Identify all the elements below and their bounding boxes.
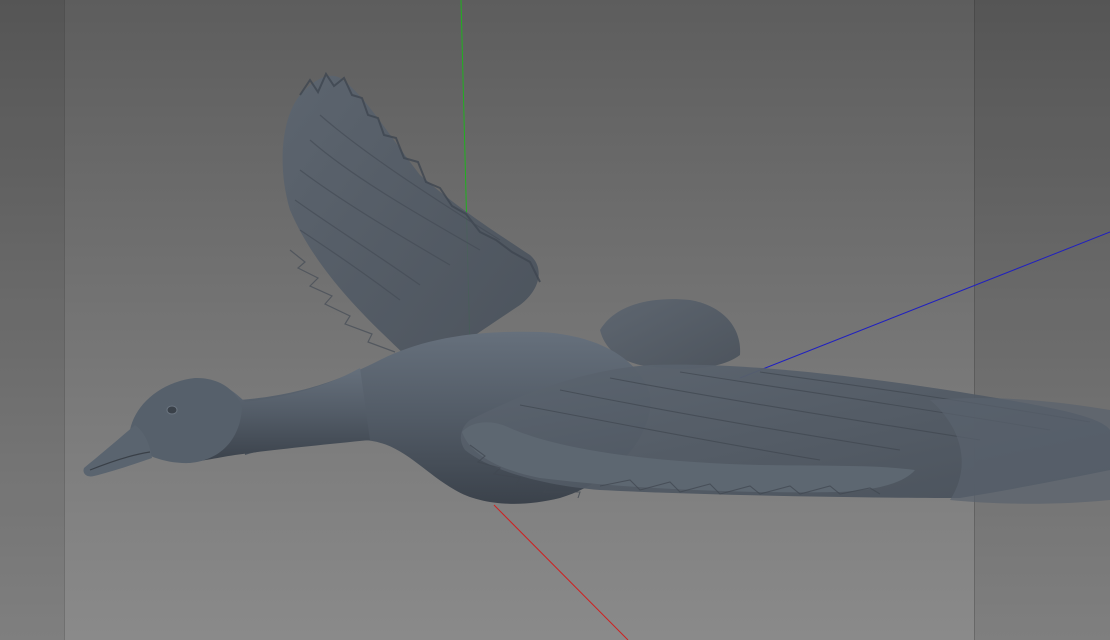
upper-wing <box>282 75 539 365</box>
goose-model[interactable] <box>83 71 1110 504</box>
eye-icon <box>166 405 178 415</box>
3d-viewport[interactable] <box>0 0 1110 640</box>
z-axis-line <box>739 231 1110 379</box>
x-axis-line <box>493 504 629 640</box>
scene-canvas <box>83 0 1110 640</box>
